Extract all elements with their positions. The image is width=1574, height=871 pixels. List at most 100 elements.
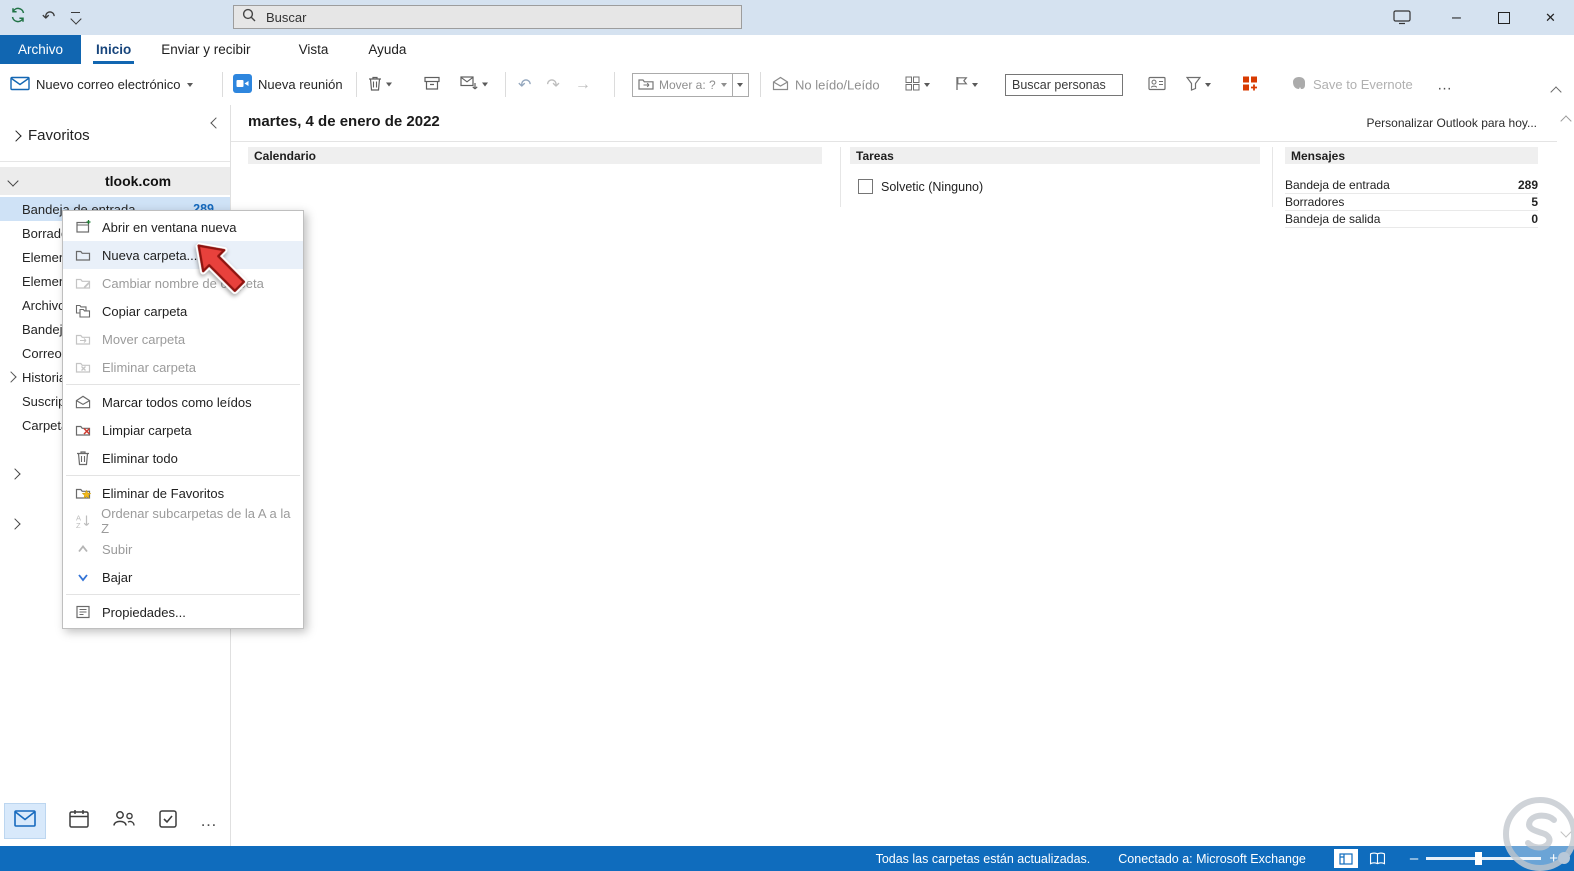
menu-item-label: Mover carpeta — [102, 331, 186, 347]
minimize-button[interactable]: – — [1433, 0, 1480, 35]
collapse-pane-icon[interactable] — [210, 114, 222, 132]
collapse-ribbon-icon[interactable] — [1550, 83, 1562, 101]
menu-item-copy-folder[interactable]: Copiar carpeta — [63, 297, 303, 325]
favorites-section[interactable]: Favoritos — [10, 127, 90, 144]
module-navigation: … — [0, 801, 218, 841]
tab-enviar-y-recibir[interactable]: Enviar y recibir — [146, 35, 265, 64]
collapsed-account-toggle[interactable] — [9, 515, 21, 533]
search-icon — [242, 8, 256, 27]
tab-inicio[interactable]: Inicio — [81, 35, 146, 64]
more-modules-button[interactable]: … — [200, 811, 218, 831]
menu-item-move-up: Subir — [63, 535, 303, 563]
send-receive-icon[interactable] — [10, 7, 26, 28]
move-folder-icon — [73, 331, 93, 347]
archive-button[interactable] — [424, 75, 440, 94]
customize-toolbar-icon[interactable] — [70, 12, 82, 25]
more-commands-button[interactable]: … — [1437, 76, 1453, 93]
save-to-evernote-button[interactable]: Save to Evernote — [1290, 75, 1413, 95]
open-new-window-icon — [73, 219, 93, 235]
new-meeting-button[interactable]: Nueva reunión — [233, 73, 343, 96]
menu-item-clean-folder[interactable]: Limpiar carpeta — [63, 416, 303, 444]
scroll-up-icon[interactable] — [1560, 115, 1572, 127]
forward-icon: → — [574, 75, 591, 93]
tab-vista[interactable]: Vista — [284, 35, 344, 64]
filter-email-button[interactable] — [1185, 76, 1211, 94]
messages-row-inbox[interactable]: Bandeja de entrada 289 — [1285, 177, 1538, 194]
svg-text:Z: Z — [76, 521, 81, 529]
categories-grid-icon — [905, 76, 920, 94]
people-icon — [112, 810, 136, 832]
menu-item-label: Ordenar subcarpetas de la A a la Z — [101, 506, 291, 536]
tasks-icon — [159, 809, 177, 833]
close-button[interactable]: ✕ — [1527, 0, 1574, 35]
sort-az-icon: AZ — [73, 513, 92, 529]
clean-folder-icon — [73, 422, 93, 438]
categorize-button[interactable] — [905, 76, 930, 94]
people-module-button[interactable] — [112, 810, 136, 832]
menu-item-label: Eliminar de Favoritos — [102, 485, 225, 501]
search-input[interactable] — [264, 8, 733, 26]
menu-item-properties[interactable]: Propiedades... — [63, 598, 303, 626]
find-people-input[interactable] — [1005, 73, 1123, 96]
envelope-open-icon — [772, 76, 789, 93]
personalize-link[interactable]: Personalizar Outlook para hoy... — [1366, 116, 1537, 130]
vertical-scrollbar[interactable] — [1557, 105, 1574, 846]
sweep-icon — [460, 75, 478, 94]
separator — [222, 72, 223, 97]
find-people-field[interactable] — [1005, 73, 1123, 96]
mail-module-button[interactable] — [4, 803, 46, 839]
move-to-combo[interactable]: Mover a: ? — [632, 72, 749, 97]
menu-item-rename-folder: Cambiar nombre de carpeta — [63, 269, 303, 297]
divider — [840, 147, 841, 207]
delete-button[interactable] — [368, 75, 392, 94]
today-header: martes, 4 de enero de 2022 Personalizar … — [231, 105, 1557, 142]
menu-item-remove-from-favorites[interactable]: Eliminar de Favoritos — [63, 479, 303, 507]
address-book-button[interactable] — [1148, 76, 1166, 93]
follow-up-flag-button[interactable] — [955, 76, 978, 94]
task-item[interactable]: Solvetic (Ninguno) — [858, 179, 983, 194]
collapsed-account-toggle[interactable] — [9, 465, 21, 483]
messages-row-drafts[interactable]: Borradores 5 — [1285, 194, 1538, 211]
undo-icon[interactable]: ↶ — [42, 9, 55, 26]
account-header[interactable]: tlook.com — [0, 167, 230, 195]
menu-item-delete-folder: Eliminar carpeta — [63, 353, 303, 381]
menu-item-label: Bajar — [102, 569, 133, 585]
calendar-module-button[interactable] — [69, 809, 89, 833]
unread-read-button[interactable]: No leído/Leído — [772, 76, 880, 93]
new-mail-button[interactable]: Nuevo correo electrónico — [10, 76, 193, 94]
menu-item-open-new-window[interactable]: Abrir en ventana nueva — [63, 213, 303, 241]
trash-icon — [368, 75, 382, 94]
menu-item-label: Subir — [102, 541, 133, 557]
tab-archivo[interactable]: Archivo — [0, 35, 82, 64]
separator — [66, 384, 300, 385]
zoom-out-button[interactable]: – — [1410, 851, 1418, 866]
normal-view-button[interactable] — [1333, 849, 1358, 868]
search-bar[interactable] — [233, 5, 742, 29]
messages-row-outbox[interactable]: Bandeja de salida 0 — [1285, 211, 1538, 228]
menu-item-move-down[interactable]: Bajar — [63, 563, 303, 591]
tasks-module-button[interactable] — [159, 809, 177, 833]
menu-item-sort-subfolders: AZ Ordenar subcarpetas de la A a la Z — [63, 506, 303, 536]
undo-icon[interactable]: ↶ — [518, 75, 531, 95]
menu-item-mark-all-read[interactable]: Marcar todos como leídos — [63, 388, 303, 416]
move-to-dropdown[interactable] — [732, 72, 749, 97]
menu-item-delete-all[interactable]: Eliminar todo — [63, 444, 303, 472]
task-checkbox[interactable] — [858, 179, 873, 194]
insights-button[interactable] — [1242, 75, 1259, 94]
move-folder-icon — [638, 77, 654, 93]
menu-item-label: Copiar carpeta — [102, 303, 188, 319]
tab-ayuda[interactable]: Ayuda — [353, 35, 421, 64]
zoom-slider-thumb[interactable] — [1474, 852, 1482, 865]
funnel-icon — [1185, 76, 1202, 94]
contact-card-icon — [1148, 76, 1166, 93]
evernote-elephant-icon — [1290, 75, 1307, 95]
favorites-label: Favoritos — [28, 127, 90, 144]
reading-view-button[interactable] — [1366, 849, 1390, 868]
calendar-section-header: Calendario — [248, 147, 822, 164]
copy-folder-icon — [73, 303, 93, 319]
menu-item-label: Limpiar carpeta — [102, 422, 192, 438]
sweep-button[interactable] — [460, 75, 488, 94]
date-header: martes, 4 de enero de 2022 — [248, 113, 440, 130]
maximize-button[interactable] — [1480, 0, 1527, 35]
ribbon-display-options-icon[interactable] — [1382, 0, 1422, 35]
